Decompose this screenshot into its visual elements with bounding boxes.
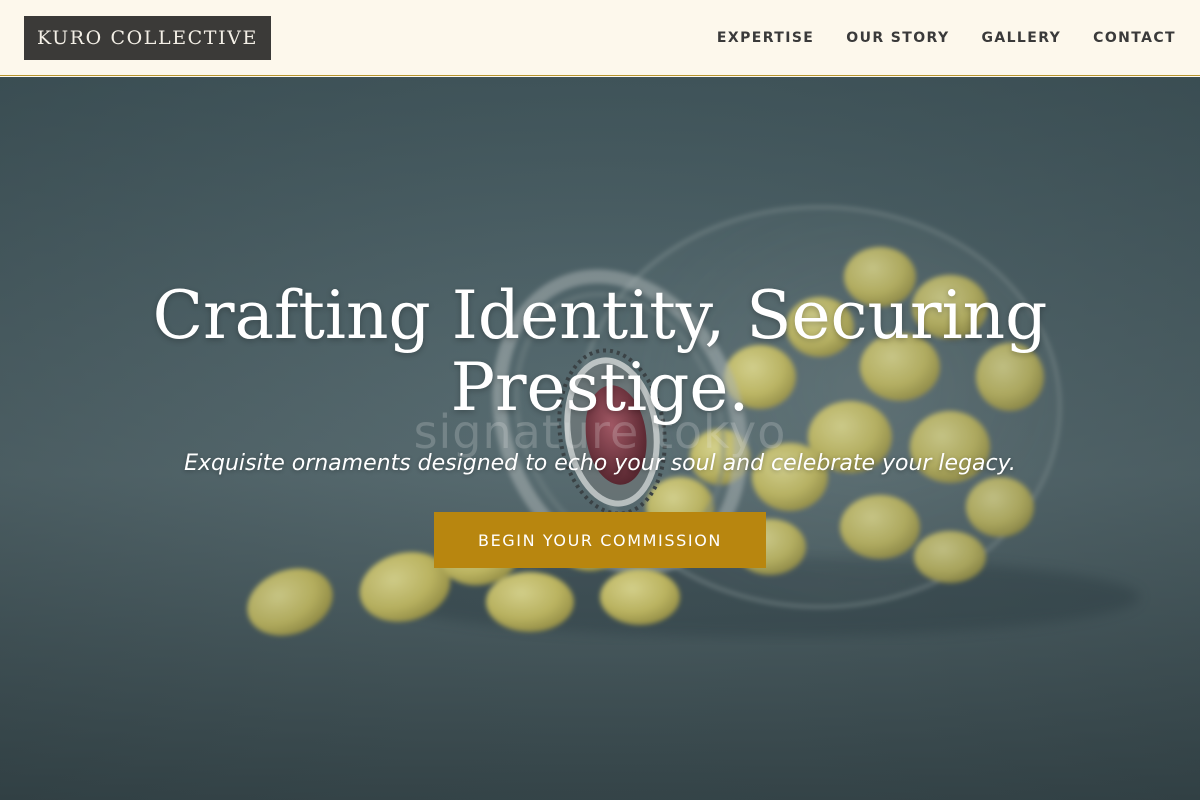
site-header: KURO COLLECTIVE EXPERTISE OUR STORY GALL… [0, 0, 1200, 76]
nav-link-gallery[interactable]: GALLERY [981, 30, 1061, 46]
brand-logo[interactable]: KURO COLLECTIVE [24, 16, 271, 60]
hero-content: Crafting Identity, Securing Prestige. Ex… [0, 280, 1200, 568]
hero-section: signature tokyo Crafting Identity, Secur… [0, 77, 1200, 800]
begin-commission-button[interactable]: BEGIN YOUR COMMISSION [434, 512, 766, 568]
nav-link-expertise[interactable]: EXPERTISE [717, 30, 814, 46]
hero-title: Crafting Identity, Securing Prestige. [152, 277, 1048, 426]
nav-link-contact[interactable]: CONTACT [1093, 30, 1176, 46]
hero-subtitle: Exquisite ornaments designed to echo you… [184, 451, 1016, 476]
nav-link-our-story[interactable]: OUR STORY [846, 30, 949, 46]
main-nav: EXPERTISE OUR STORY GALLERY CONTACT [717, 0, 1176, 76]
